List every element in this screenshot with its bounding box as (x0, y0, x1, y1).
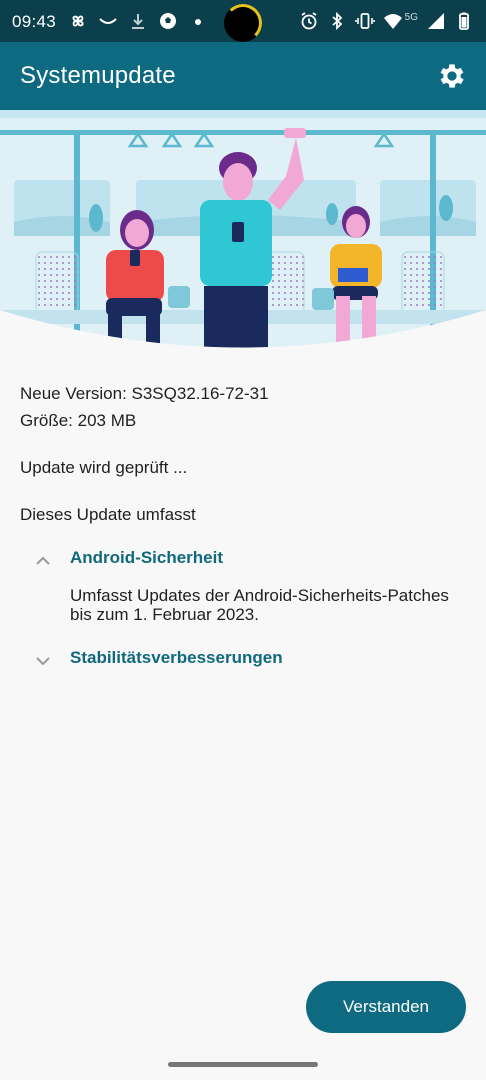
android-security-title: Android-Sicherheit (70, 548, 224, 567)
status-right-icons: 5G (299, 11, 474, 31)
update-status-text: Update wird geprüft ... (20, 458, 188, 477)
understood-button[interactable]: Verstanden (306, 981, 466, 1033)
download-icon (132, 14, 144, 29)
page-title: Systemupdate (20, 62, 176, 89)
soccer-ball-icon (160, 13, 176, 29)
section-android-security: Android-Sicherheit Umfasst Updates der A… (20, 546, 470, 624)
section-stability: Stabilitätsverbesserungen (20, 646, 470, 676)
home-indicator[interactable] (168, 1062, 318, 1067)
gear-icon[interactable] (436, 60, 468, 92)
stability-toggle[interactable]: Stabilitätsverbesserungen (20, 646, 470, 676)
network-type-label: 5G (404, 11, 418, 23)
vibrate-icon (354, 13, 375, 29)
app-bar: Systemupdate (0, 42, 486, 110)
dot-icon (195, 19, 201, 25)
update-details: Neue Version: S3SQ32.16-72-31 Größe: 203… (20, 380, 470, 676)
camera-lens (228, 8, 258, 38)
includes-heading: Dieses Update umfasst (20, 505, 196, 524)
update-illustration (0, 110, 486, 360)
android-security-toggle[interactable]: Android-Sicherheit (20, 546, 470, 576)
size-text: Größe: 203 MB (20, 411, 137, 430)
pinwheel-icon (72, 15, 84, 27)
bluetooth-icon (332, 11, 342, 31)
chevron-down-icon (36, 657, 50, 666)
chevron-up-icon (36, 556, 50, 565)
wifi-icon (383, 14, 402, 29)
status-bar: 09:43 5G (0, 0, 486, 42)
battery-icon (459, 12, 469, 30)
new-version-text: Neue Version: S3SQ32.16-72-31 (20, 384, 269, 403)
status-left-icons (68, 11, 208, 31)
android-security-description: Umfasst Updates der Android-Sicherheits-… (70, 586, 449, 624)
alarm-icon (301, 12, 317, 30)
stability-title: Stabilitätsverbesserungen (70, 648, 283, 667)
signal-icon (428, 13, 444, 29)
smile-icon (99, 18, 117, 24)
status-time: 09:43 (12, 12, 57, 31)
